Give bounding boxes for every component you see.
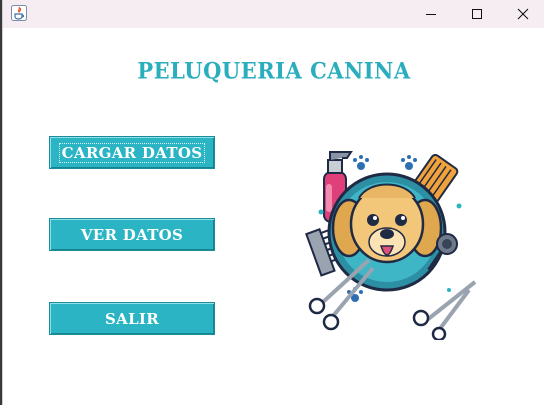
app-window: PELUQUERIA CANINA CARGAR DATOS VER DATOS… — [2, 0, 544, 405]
minimize-icon — [426, 14, 436, 15]
salir-button[interactable]: SALIR — [49, 302, 215, 335]
title-bar[interactable] — [3, 0, 544, 28]
dog-grooming-logo-icon — [305, 151, 477, 340]
close-button[interactable] — [500, 0, 544, 28]
maximize-button[interactable] — [454, 0, 500, 28]
java-app-icon — [11, 5, 27, 21]
cargar-datos-button[interactable]: CARGAR DATOS — [49, 136, 215, 169]
cargar-datos-label: CARGAR DATOS — [58, 142, 206, 163]
close-icon — [517, 8, 529, 20]
scissors-icon — [412, 280, 477, 340]
minimize-button[interactable] — [408, 0, 454, 28]
maximize-icon — [472, 9, 482, 19]
app-title: PELUQUERIA CANINA — [137, 57, 411, 84]
ver-datos-button[interactable]: VER DATOS — [49, 218, 215, 251]
